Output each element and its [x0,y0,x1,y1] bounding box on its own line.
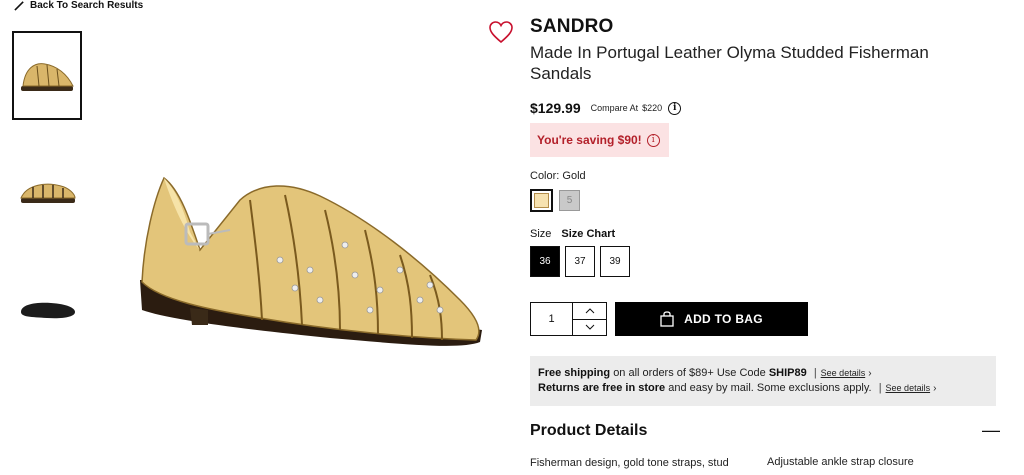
returns-bold: Returns are free in store [538,382,666,394]
chevron-right-icon: › [868,368,872,379]
free-shipping-text: on all orders of $89+ Use Code [613,367,766,379]
quantity-arrows [573,303,606,335]
size-chart-link[interactable]: Size Chart [561,228,615,240]
chevron-up-icon [585,308,594,314]
separator: | [878,382,882,394]
color-value: Gold [562,170,586,182]
saving-info-icon[interactable]: i [646,133,660,147]
back-to-search-link[interactable]: Back To Search Results [14,0,143,11]
info-icon[interactable]: i [668,101,682,115]
chevron-down-icon [585,324,594,330]
size-option-37[interactable]: 37 [565,246,595,277]
shoe-thumb-3 [21,302,75,318]
saving-text: You're saving $90! [537,133,642,147]
thumbnail-side-view[interactable] [12,31,82,120]
price-row: $129.99 Compare At $220 i [530,100,682,116]
swatch-gold[interactable] [530,189,553,212]
shoe-thumb-1 [21,62,74,91]
separator: | [813,367,817,379]
swatch-alt[interactable]: 5 [559,190,580,211]
pencil-icon [14,1,24,11]
quantity-increase-button[interactable] [573,303,606,320]
quantity-decrease-button[interactable] [573,320,606,336]
returns-line: Returns are free in store and easy by ma… [538,381,996,396]
shoe-thumb-2 [20,183,76,203]
returns-text: and easy by mail. Some exclusions apply. [668,382,872,394]
size-options: 36 37 39 [530,246,630,277]
color-label-text: Color: [530,170,560,182]
compare-price: $220 [642,103,663,113]
quantity-stepper: 1 [530,302,607,336]
product-title: Made In Portugal Leather Olyma Studded F… [530,43,929,83]
saving-badge: You're saving $90! i [530,123,669,157]
shipping-info: Free shipping on all orders of $89+ Use … [530,356,996,406]
minus-icon[interactable]: — [982,420,1000,441]
color-swatches: 5 [530,189,580,212]
product-brand[interactable]: SANDRO [530,16,614,38]
color-label: Color: Gold [530,170,586,182]
chevron-right-icon: › [933,383,937,394]
swatch-gold-chip [534,193,549,208]
add-to-bag-button[interactable]: ADD TO BAG [615,302,808,336]
shipping-line: Free shipping on all orders of $89+ Use … [538,366,996,381]
free-shipping-bold: Free shipping [538,367,611,379]
promo-code: SHIP89 [768,367,807,379]
product-price: $129.99 [530,100,581,116]
details-column-1: Fisherman design, gold tone straps, stud [530,456,750,470]
compare-label: Compare At [590,103,639,113]
back-link-label: Back To Search Results [30,0,144,11]
thumbnail-top-view[interactable] [12,148,82,237]
details-column-2: Adjustable ankle strap closure [767,456,914,468]
size-header: Size Size Chart [530,228,615,240]
add-to-bag-label: ADD TO BAG [684,312,763,326]
product-details-heading[interactable]: Product Details [530,422,647,440]
bag-icon [660,311,674,327]
size-label: Size [530,228,552,240]
details-line: Fisherman design, gold tone straps, stud [530,457,729,469]
heart-icon[interactable] [488,20,514,44]
product-main-image [130,160,490,380]
thumbnail-list [12,31,82,382]
see-details-link-2[interactable]: See details [886,383,931,393]
see-details-link-1[interactable]: See details [821,368,866,378]
thumbnail-sole-view[interactable] [12,265,82,354]
quantity-value[interactable]: 1 [531,303,573,335]
size-option-39[interactable]: 39 [600,246,630,277]
size-option-36[interactable]: 36 [530,246,560,277]
